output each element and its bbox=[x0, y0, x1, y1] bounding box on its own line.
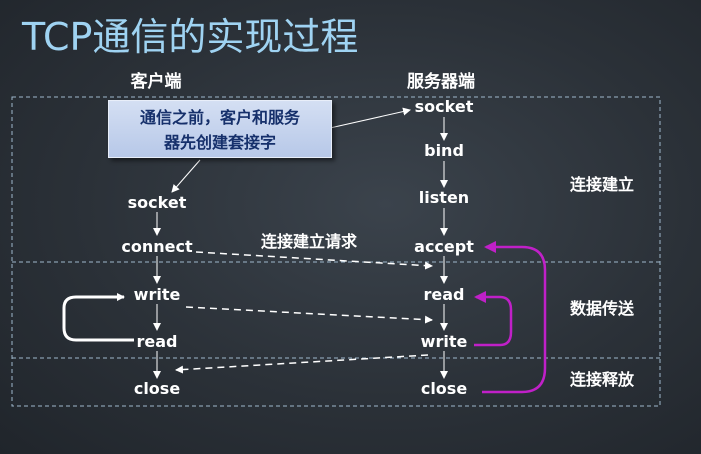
phase-label-transfer: 数据传送 bbox=[570, 299, 635, 318]
phase-label-release: 连接释放 bbox=[570, 370, 635, 389]
message-client-write bbox=[185, 306, 433, 324]
callout-line-1: 通信之前，客户和服务 bbox=[139, 108, 300, 127]
server-connection-loop-arrow bbox=[482, 241, 547, 394]
server-step-bind: bind bbox=[424, 141, 464, 160]
server-step-listen: listen bbox=[418, 188, 470, 207]
callout-pointer-server bbox=[329, 107, 411, 129]
message-connect-request bbox=[195, 251, 433, 270]
client-step-read: read bbox=[136, 332, 178, 351]
server-data-loop-arrow bbox=[474, 291, 513, 347]
message-server-write bbox=[175, 354, 429, 374]
client-header: 客户端 bbox=[130, 72, 182, 92]
server-step-write: write bbox=[420, 332, 468, 351]
socket-creation-callout: 通信之前，客户和服务 器先创建套接字 bbox=[108, 100, 332, 158]
client-step-close: close bbox=[133, 379, 181, 398]
callout-pointer-client bbox=[171, 159, 201, 193]
server-step-read: read bbox=[423, 285, 465, 304]
callout-line-2: 器先创建套接字 bbox=[163, 133, 276, 152]
server-step-accept: accept bbox=[414, 237, 474, 256]
phase-label-establish: 连接建立 bbox=[570, 175, 635, 194]
server-step-socket: socket bbox=[414, 97, 474, 116]
connect-request-label: 连接建立请求 bbox=[260, 232, 358, 251]
server-step-close: close bbox=[420, 379, 468, 398]
client-step-connect: connect bbox=[121, 237, 193, 256]
client-step-write: write bbox=[133, 285, 181, 304]
client-step-socket: socket bbox=[127, 193, 187, 212]
server-header: 服务器端 bbox=[407, 72, 475, 92]
client-loop-arrow bbox=[62, 293, 134, 342]
